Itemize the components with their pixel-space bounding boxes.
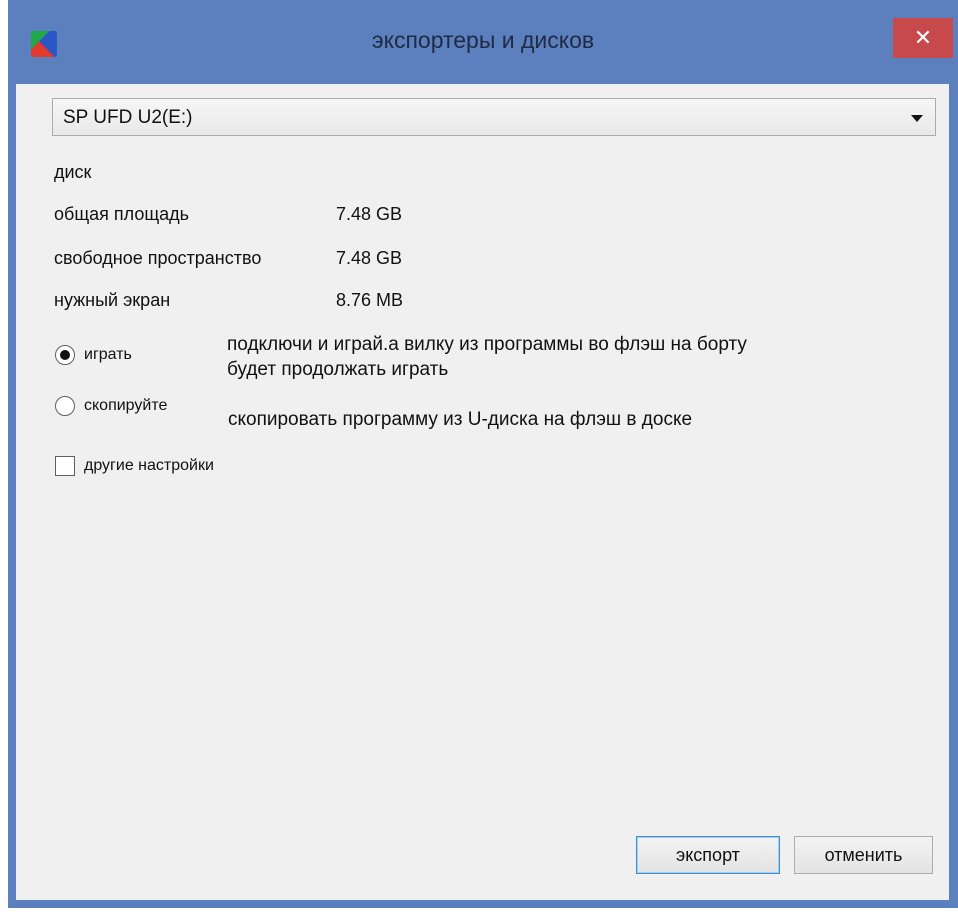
drive-select-value: SP UFD U2(E:) (63, 107, 193, 128)
copy-description: скопировать программу из U-диска на флэш… (228, 409, 693, 430)
total-space-value: 7.48 GB (336, 204, 403, 224)
radio-play[interactable] (55, 345, 75, 365)
dialog-body: SP UFD U2(E:) диск общая площадь 7.48 GB… (16, 84, 949, 900)
free-space-value: 7.48 GB (336, 248, 403, 268)
play-description-line2: будет продолжать играть (227, 359, 449, 380)
close-icon: ✕ (913, 25, 933, 50)
drive-select[interactable]: SP UFD U2(E:) (52, 98, 936, 136)
radio-copy-label[interactable]: скопируйте (84, 397, 167, 415)
required-space-value: 8.76 MB (336, 290, 404, 310)
play-description: подключи и играй.а вилку из программы во… (227, 332, 747, 382)
chevron-down-icon[interactable] (911, 115, 923, 122)
other-settings-checkbox[interactable] (55, 456, 75, 476)
close-button[interactable]: ✕ (893, 18, 953, 58)
required-space-label: нужный экран (54, 290, 171, 310)
cancel-button[interactable]: отменить (794, 836, 933, 874)
free-space-label: свободное пространство (54, 248, 262, 268)
radio-copy[interactable] (55, 396, 75, 416)
export-button[interactable]: экспорт (636, 836, 780, 874)
total-space-label: общая площадь (54, 204, 190, 224)
section-label-disk: диск (54, 162, 92, 182)
radio-selected-dot (60, 350, 70, 360)
window-title: экспортеры и дисков (371, 27, 595, 53)
title-bar[interactable]: экспортеры и дисков ✕ (8, 0, 958, 84)
play-description-line1: подключи и играй.а вилку из программы во… (227, 334, 747, 355)
radio-play-label[interactable]: играть (84, 346, 132, 364)
dialog-window: экспортеры и дисков ✕ SP UFD U2(E:) диск… (8, 0, 958, 908)
other-settings-label[interactable]: другие настройки (84, 457, 214, 475)
